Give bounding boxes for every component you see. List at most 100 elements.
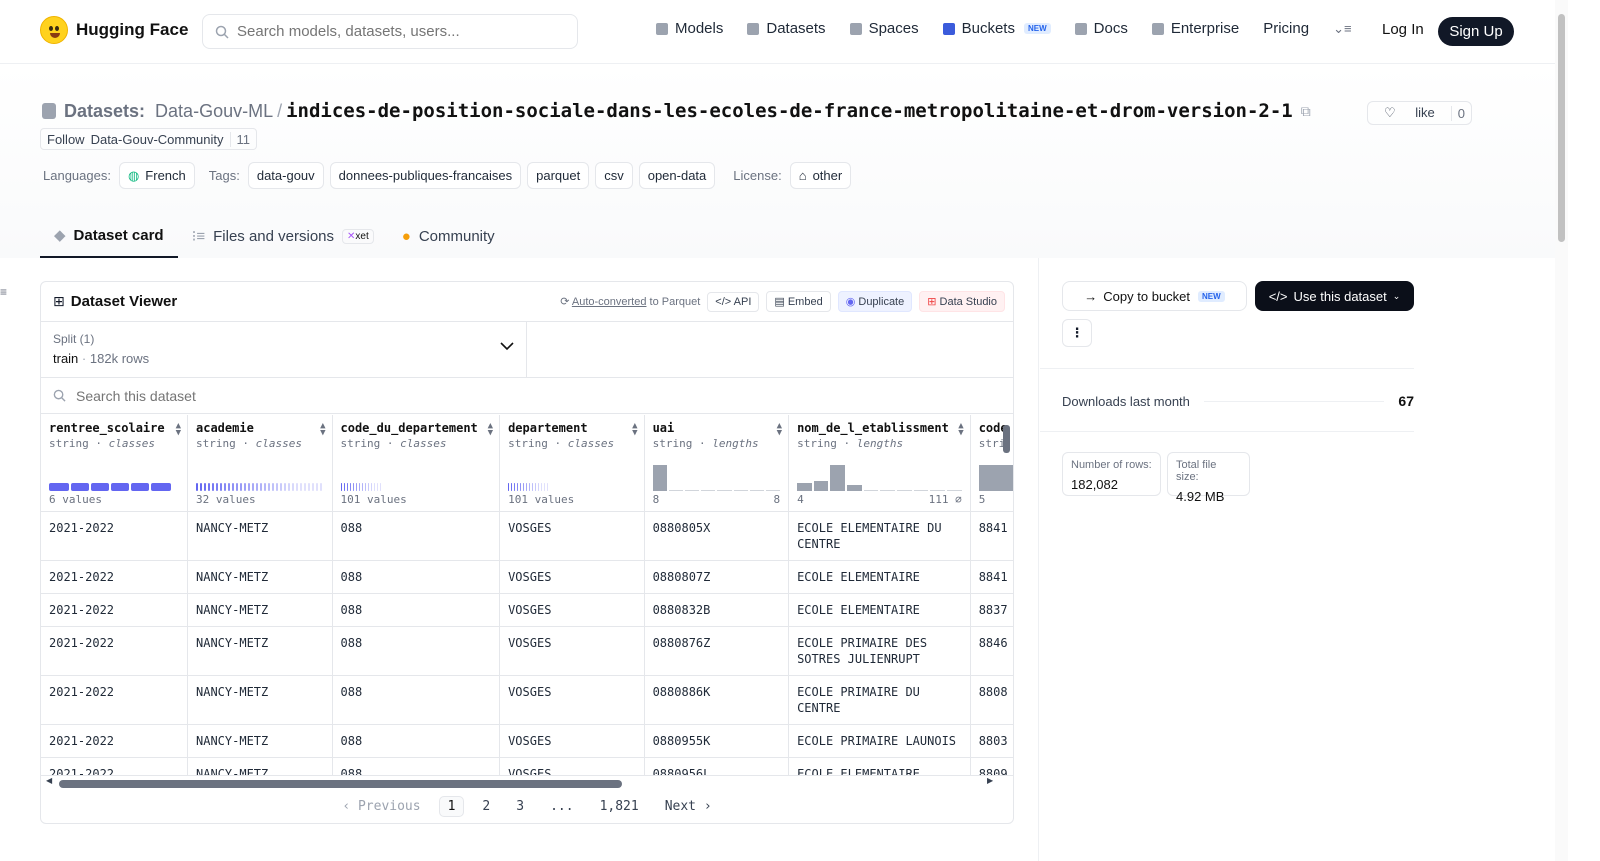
class-segment [529, 483, 531, 491]
class-segment [252, 483, 254, 491]
nav-datasets[interactable]: Datasets [747, 20, 826, 37]
class-segment [532, 483, 534, 491]
embed-button[interactable]: ▤ Embed [766, 291, 831, 312]
table-cell: 088 [332, 626, 501, 676]
table-cell: 088 [332, 511, 501, 561]
nav-pricing[interactable]: Pricing [1263, 20, 1309, 37]
dataset-name[interactable]: indices-de-position-sociale-dans-les-eco… [286, 100, 1293, 122]
class-segment [538, 483, 540, 491]
class-segment [535, 483, 537, 491]
follow-button[interactable]: Follow Data-Gouv-Community 11 [40, 128, 258, 150]
table-row[interactable]: 2021-2022 NANCY-METZ 088 VOSGES 0880886K ECOL… [41, 675, 1013, 725]
table-row[interactable]: 2021-2022 NANCY-METZ 088 VOSGES 0880832B ECOL… [41, 593, 1013, 627]
column-header[interactable]: code_du_departement string · classes ▲ ▼ 10… [332, 415, 501, 512]
signup-button[interactable]: Sign Up [1438, 17, 1514, 46]
tag-chip[interactable]: open-data [638, 162, 716, 189]
page-link[interactable]: 1 [438, 795, 465, 817]
tag-chip[interactable]: data-gouv [247, 162, 324, 189]
prev-page[interactable]: ‹ Previous [334, 797, 428, 816]
column-header[interactable]: academie string · classes ▲ ▼ 32 values [187, 415, 333, 512]
api-button[interactable]: </> API [707, 291, 760, 312]
column-header[interactable]: departement string · classes ▲ ▼ 101 values [499, 415, 645, 512]
table-row[interactable]: 2021-2022 NANCY-METZ 088 VOSGES 0880805X ECOL… [41, 511, 1013, 561]
nav-spaces[interactable]: Spaces [849, 20, 919, 37]
dataset-search-input[interactable] [76, 387, 476, 404]
downloads-value: 67 [1398, 393, 1414, 409]
split-select[interactable]: Split (1) train · 182k rows [41, 322, 527, 378]
nav-models[interactable]: Models [656, 20, 723, 37]
horizontal-scrollbar[interactable]: ◀ ▶ [41, 775, 1013, 789]
tag-chip[interactable]: csv [595, 162, 633, 189]
copy-to-bucket-button[interactable]: → Copy to bucket NEW [1062, 281, 1247, 311]
tab-dataset-card[interactable]: ◆ Dataset card [40, 214, 178, 258]
nav-docs[interactable]: Docs [1074, 20, 1128, 37]
histogram-bar [978, 465, 1013, 491]
tag-chip[interactable]: parquet [527, 162, 590, 189]
copy-icon[interactable]: ⧉ [1301, 103, 1311, 120]
sidebar-toggle-icon[interactable]: ≡ [0, 285, 7, 299]
duplicate-button[interactable]: ◉ Duplicate [837, 291, 913, 312]
sort-icon[interactable]: ▲ ▼ [632, 422, 637, 438]
brand-logo[interactable]: Hugging Face [40, 16, 188, 44]
class-segment [244, 483, 246, 491]
license-tag[interactable]: ⌂ other [789, 162, 852, 189]
class-segment [71, 483, 89, 491]
table-row[interactable]: 2021-2022 NANCY-METZ 088 VOSGES 0880956L ECOL… [41, 757, 1013, 775]
table-cell: 8846 [970, 626, 1013, 676]
sort-icon[interactable]: ▲ ▼ [958, 422, 963, 438]
dataset-icon [42, 103, 56, 119]
datasets-icon [747, 22, 760, 35]
class-segment [379, 483, 381, 491]
column-header[interactable]: rentree_scolaire string · classes ▲ ▼ 6 val… [41, 415, 188, 512]
sort-icon[interactable]: ▲ ▼ [176, 422, 181, 438]
page-link[interactable]: 1,821 [592, 797, 647, 816]
table-cell: 088 [332, 593, 501, 627]
use-dataset-button[interactable]: </> Use this dataset ⌄ [1255, 281, 1414, 311]
class-segment [312, 483, 314, 491]
buckets-icon [942, 22, 955, 35]
page-ellipsis: ... [550, 798, 574, 814]
tag-chip[interactable]: donnees-publiques-francaises [329, 162, 522, 189]
data-grid: rentree_scolaire string · classes ▲ ▼ 6 val… [41, 415, 1013, 775]
auto-converted-link[interactable]: ⟳ Auto-converted to Parquet [560, 295, 700, 308]
table-row[interactable]: 2021-2022 NANCY-METZ 088 VOSGES 0880807Z ECOL… [41, 560, 1013, 594]
tab-community[interactable]: ● Community [388, 214, 509, 258]
class-segment [248, 483, 250, 491]
sort-icon[interactable]: ▲ ▼ [320, 422, 325, 438]
login-link[interactable]: Log In [1382, 21, 1424, 38]
global-search[interactable] [202, 14, 578, 49]
nav-more-menu[interactable]: ⌄≡ [1333, 21, 1351, 37]
table-row[interactable]: 2021-2022 NANCY-METZ 088 VOSGES 0880876Z ECOL… [41, 626, 1013, 676]
class-segment [541, 483, 543, 491]
next-page[interactable]: Next › [657, 797, 720, 816]
page-scrollbar[interactable] [1555, 0, 1568, 861]
more-options-button[interactable]: ⋮ [1062, 319, 1092, 347]
org-link[interactable]: Data-Gouv-ML [155, 101, 273, 122]
dataset-search[interactable] [41, 378, 1013, 414]
table-cell: 0880956L [644, 757, 790, 775]
page-link[interactable]: 2 [474, 797, 498, 816]
sort-icon[interactable]: ▲ ▼ [777, 422, 782, 438]
global-search-input[interactable] [237, 23, 557, 40]
nav-enterprise[interactable]: Enterprise [1151, 20, 1239, 37]
vertical-scrollbar[interactable] [1003, 425, 1010, 453]
table-cell: VOSGES [499, 757, 645, 775]
rows-stat: Number of rows: 182,082 [1062, 452, 1161, 496]
tab-files[interactable]: ⁝≡ Files and versions ✕xet [178, 214, 388, 258]
sort-icon[interactable]: ▲ ▼ [488, 422, 493, 438]
classes-bar [508, 483, 549, 491]
class-segment [216, 483, 218, 491]
nav-buckets[interactable]: Buckets NEW [942, 20, 1051, 37]
page-link[interactable]: 3 [508, 797, 532, 816]
table-row[interactable]: 2021-2022 NANCY-METZ 088 VOSGES 0880955K ECOL… [41, 724, 1013, 758]
histogram-bar [701, 490, 716, 491]
data-studio-button[interactable]: ⊞ Data Studio [919, 291, 1005, 312]
table-cell: 2021-2022 [41, 675, 188, 725]
column-header[interactable]: uai string · lengths ▲ ▼ 8 8 [644, 415, 790, 512]
column-header[interactable]: nom_de_l_etablissment string · lengths ▲ ▼… [788, 415, 971, 512]
like-button[interactable]: ♡ like 0 [1367, 101, 1473, 125]
language-tag[interactable]: ◍ French [118, 162, 195, 189]
histogram-bar [749, 490, 764, 491]
table-cell: NANCY-METZ [187, 757, 333, 775]
class-segment [220, 483, 222, 491]
